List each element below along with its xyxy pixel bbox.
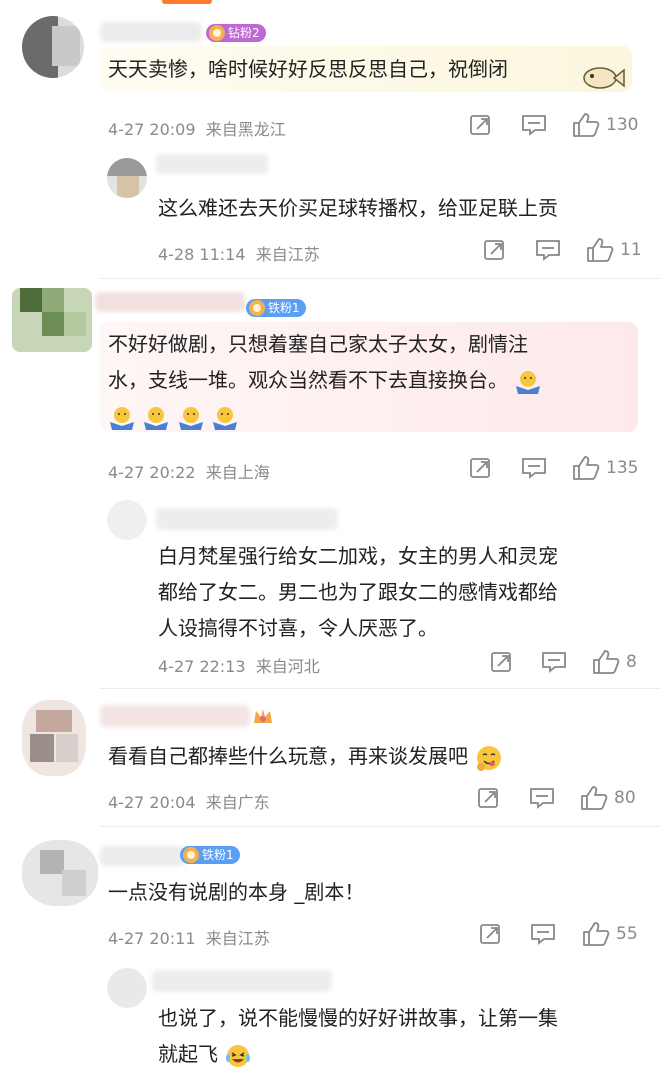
divider bbox=[100, 278, 660, 279]
reply-text: 白月梵星强行给女二加戏，女主的男人和灵宠 都给了女二。男二也为了跟女二的感情戏都… bbox=[158, 544, 558, 640]
like-button[interactable]: 80 bbox=[580, 785, 636, 811]
fan-badge: 铁粉1 bbox=[180, 846, 240, 864]
crown-badge-icon bbox=[254, 709, 272, 723]
thumbs-up-icon bbox=[583, 922, 610, 946]
comment-icon bbox=[531, 924, 555, 945]
thumbs-up-icon bbox=[587, 238, 614, 262]
fish-decoration-icon bbox=[583, 67, 625, 89]
top-accent bbox=[162, 0, 212, 4]
fan-badge-icon bbox=[183, 847, 199, 863]
shrug-emoji-icon bbox=[213, 406, 238, 430]
fan-badge-icon bbox=[209, 25, 225, 41]
share-icon bbox=[470, 115, 490, 135]
comment-meta: 4-28 11:14 来自江苏 bbox=[158, 245, 320, 264]
share-button[interactable] bbox=[477, 787, 501, 809]
comment-text: 不好好做剧，只想着塞自己家太子太女，剧情注 水，支线一堆。观众当然看不下去直接换… bbox=[108, 326, 542, 434]
like-button[interactable]: 55 bbox=[582, 921, 638, 947]
avatar[interactable] bbox=[107, 500, 147, 540]
laughing-tears-emoji-icon bbox=[226, 1044, 251, 1067]
comment-icon bbox=[536, 240, 560, 261]
like-count: 55 bbox=[616, 924, 638, 944]
fan-badge: 钻粉2 bbox=[206, 24, 266, 42]
username[interactable] bbox=[100, 705, 250, 727]
like-count: 135 bbox=[606, 458, 639, 478]
thumbs-up-icon bbox=[573, 456, 600, 480]
avatar[interactable] bbox=[107, 968, 147, 1008]
avatar[interactable] bbox=[12, 288, 92, 352]
like-count: 11 bbox=[620, 240, 642, 260]
like-button[interactable]: 11 bbox=[586, 237, 642, 263]
share-button[interactable] bbox=[479, 923, 503, 945]
username[interactable] bbox=[156, 508, 338, 530]
share-icon bbox=[484, 240, 504, 260]
share-button[interactable] bbox=[490, 651, 514, 673]
shrug-emoji-icon bbox=[144, 406, 169, 430]
comment-meta: 4-27 20:22 来自上海 bbox=[108, 463, 270, 482]
divider bbox=[100, 688, 660, 689]
thumbs-up-icon bbox=[581, 786, 608, 810]
shrug-emoji-icon bbox=[110, 406, 134, 430]
divider bbox=[100, 826, 660, 827]
comment-button[interactable] bbox=[541, 651, 567, 673]
comment-text: 一点没有说剧的本身 _剧本！ bbox=[108, 880, 365, 904]
username[interactable] bbox=[100, 846, 186, 866]
share-icon bbox=[470, 458, 490, 478]
avatar[interactable] bbox=[107, 158, 147, 198]
like-button[interactable]: 8 bbox=[592, 649, 637, 675]
share-button[interactable] bbox=[469, 457, 493, 479]
reply-text: 这么难还去天价买足球转播权，给亚足联上贡 bbox=[158, 196, 558, 220]
share-icon bbox=[480, 924, 500, 944]
comment-meta: 4-27 20:04 来自广东 bbox=[108, 793, 270, 812]
reply-text: 也说了，说不能慢慢的好好讲故事，让第一集 就起飞 bbox=[158, 1000, 558, 1072]
username[interactable] bbox=[152, 970, 332, 992]
comment-icon bbox=[522, 115, 546, 136]
fan-badge-icon bbox=[249, 300, 265, 316]
fan-badge: 铁粉1 bbox=[246, 299, 306, 317]
avatar[interactable] bbox=[22, 16, 84, 78]
avatar[interactable] bbox=[22, 700, 86, 776]
comment-icon bbox=[530, 788, 554, 809]
shrug-emoji-icon bbox=[516, 370, 541, 394]
username[interactable] bbox=[95, 292, 245, 312]
thumbs-up-icon bbox=[573, 113, 600, 137]
like-button[interactable]: 130 bbox=[572, 112, 638, 138]
username[interactable] bbox=[100, 22, 202, 42]
comment-icon bbox=[542, 652, 566, 673]
thumbs-up-icon bbox=[593, 650, 620, 674]
comment-text: 看看自己都捧些什么玩意，再来谈发展吧 bbox=[108, 738, 504, 774]
avatar[interactable] bbox=[22, 840, 98, 906]
like-count: 80 bbox=[614, 788, 636, 808]
share-button[interactable] bbox=[469, 114, 493, 136]
comment-button[interactable] bbox=[530, 923, 556, 945]
like-count: 130 bbox=[606, 115, 639, 135]
share-button[interactable] bbox=[483, 239, 507, 261]
comment-icon bbox=[522, 458, 546, 479]
comment-button[interactable] bbox=[521, 457, 547, 479]
comment-button[interactable] bbox=[535, 239, 561, 261]
like-count: 8 bbox=[626, 652, 637, 672]
comment-meta: 4-27 22:13 来自河北 bbox=[158, 657, 320, 676]
yum-face-emoji-icon bbox=[477, 745, 502, 771]
like-button[interactable]: 135 bbox=[572, 455, 638, 481]
share-icon bbox=[478, 788, 498, 808]
share-icon bbox=[491, 652, 511, 672]
username[interactable] bbox=[156, 154, 268, 174]
comment-text: 天天卖惨，啥时候好好反思反思自己，祝倒闭 bbox=[108, 57, 508, 81]
shrug-emoji-icon bbox=[178, 406, 203, 430]
comment-meta: 4-27 20:09 来自黑龙江 bbox=[108, 120, 286, 139]
comment-button[interactable] bbox=[529, 787, 555, 809]
comment-meta: 4-27 20:11 来自江苏 bbox=[108, 929, 270, 948]
comment-button[interactable] bbox=[521, 114, 547, 136]
